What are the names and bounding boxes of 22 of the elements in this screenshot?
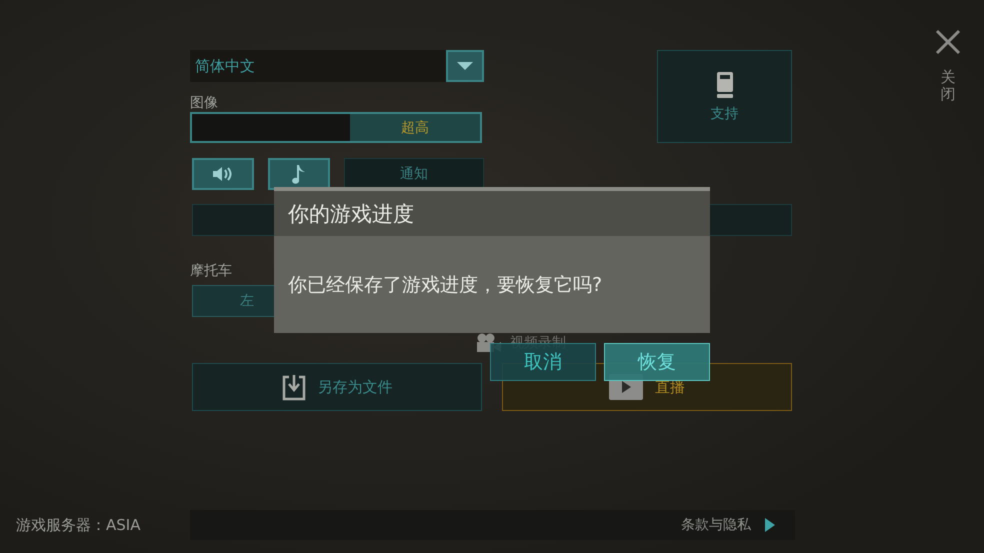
close-button[interactable]: 关闭: [935, 29, 961, 102]
speaker-icon: [212, 166, 234, 182]
graphics-slider[interactable]: 超高: [190, 112, 482, 143]
support-button[interactable]: 支持: [657, 50, 792, 143]
language-dropdown[interactable]: 简体中文: [190, 50, 484, 82]
dialog-title: 你的游戏进度: [288, 200, 414, 228]
dialog-button[interactable]: 恢复: [604, 343, 710, 381]
music-button[interactable]: [268, 158, 330, 190]
dialog-button[interactable]: 取消: [490, 343, 596, 381]
play-icon[interactable]: [765, 518, 775, 532]
motorcycle-label: 摩托车: [190, 262, 233, 280]
graphics-label: 图像: [190, 94, 219, 112]
music-note-icon: [292, 164, 306, 184]
notification-button[interactable]: 通知: [344, 158, 484, 190]
sound-button[interactable]: [192, 158, 254, 190]
slider-thumb[interactable]: 超高: [350, 114, 480, 141]
server-label: 游戏服务器：ASIA: [15, 516, 142, 534]
close-icon: [935, 29, 961, 55]
save-to-file-button[interactable]: 另存为文件: [192, 363, 482, 411]
download-icon: [282, 373, 306, 401]
phone-icon: [716, 70, 734, 98]
terms-link[interactable]: 条款与隐私: [681, 516, 751, 534]
